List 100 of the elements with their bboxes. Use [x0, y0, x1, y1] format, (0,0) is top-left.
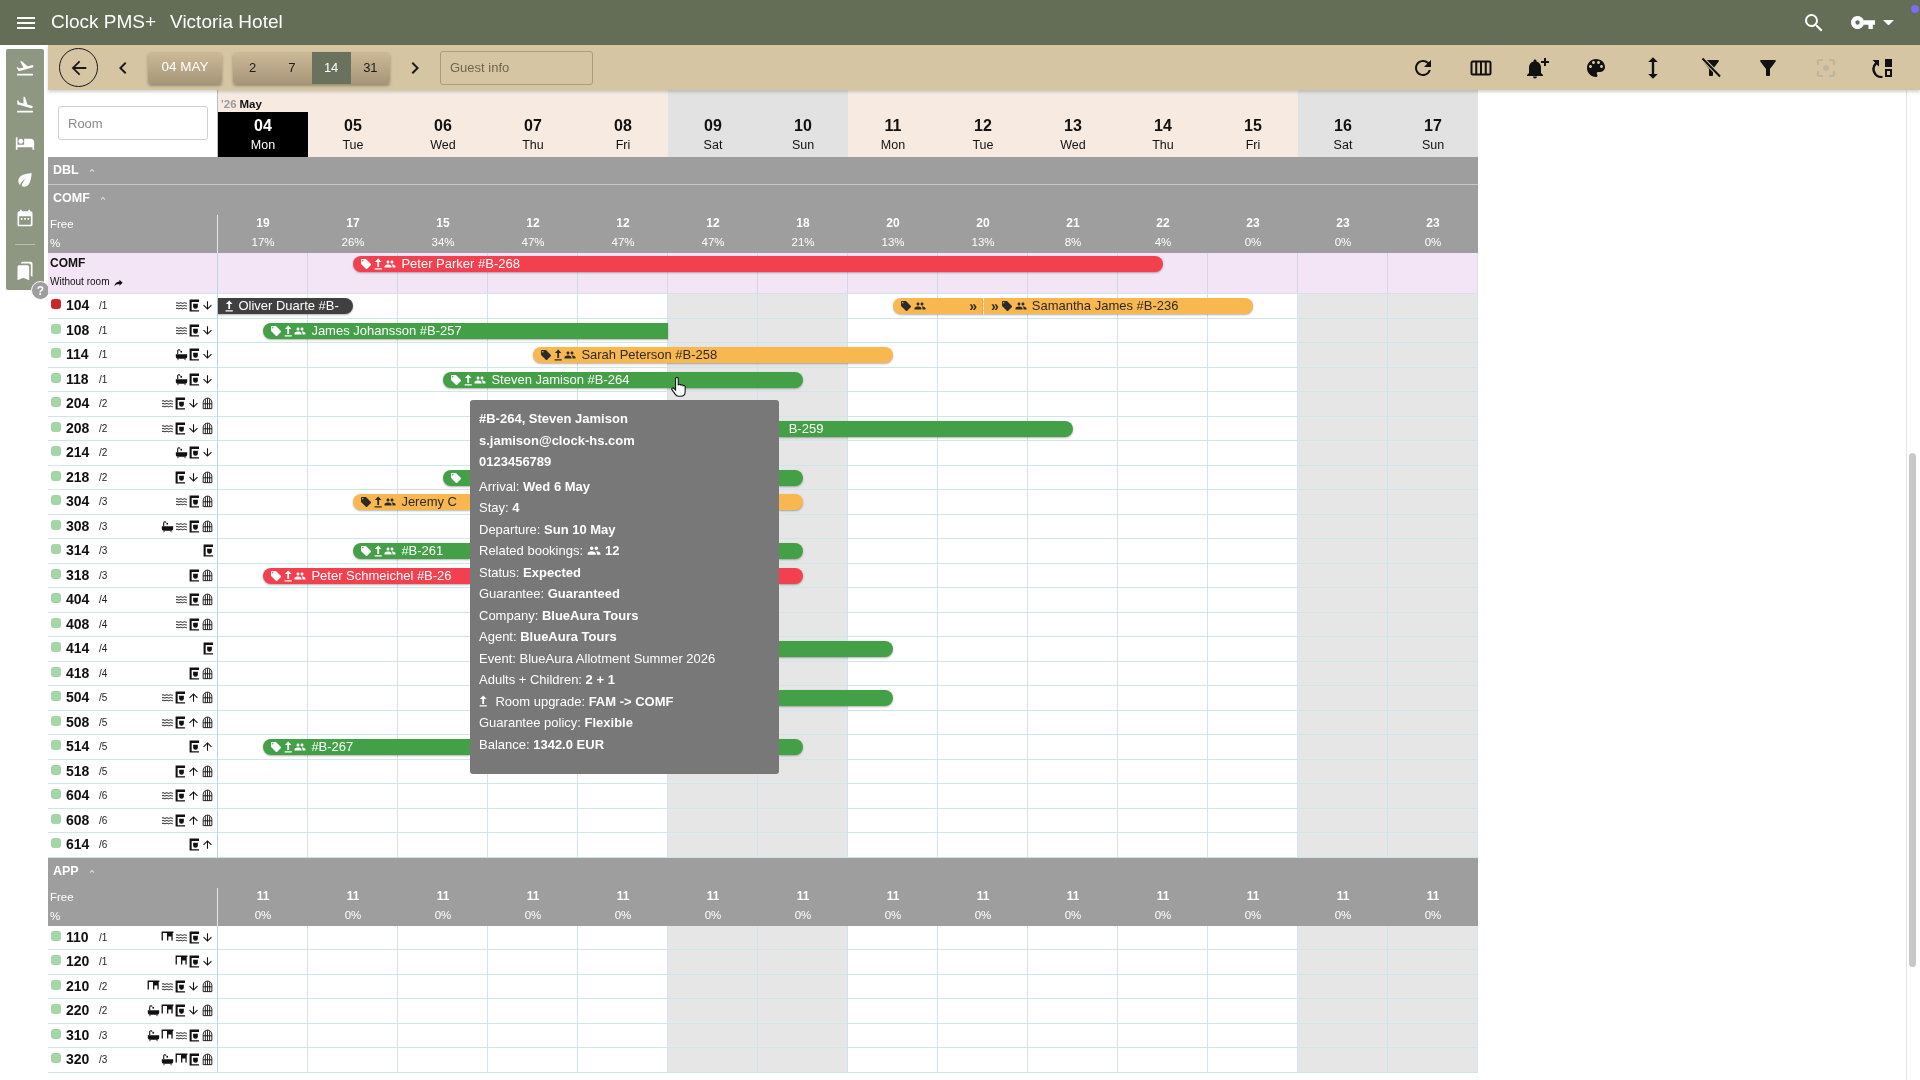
occupancy-percent: 47%	[521, 235, 545, 250]
arrow-up-bar-icon	[464, 373, 473, 386]
bathtub-icon	[175, 348, 189, 362]
date-cell[interactable]: 14 Thu	[1118, 112, 1208, 157]
arrow-up-bar-icon	[554, 349, 563, 361]
booking-bar[interactable]: »	[893, 298, 983, 314]
range-button[interactable]: 2	[233, 51, 273, 84]
date-cell[interactable]: 15 Fri	[1208, 112, 1298, 157]
date-cell[interactable]: 07 Thu	[488, 112, 578, 157]
booking-bar[interactable]	[443, 469, 470, 486]
range-button[interactable]: 7	[272, 51, 312, 84]
booking-bar[interactable]	[778, 494, 803, 510]
booking-bar[interactable]: Peter Schmeichel #B-26	[263, 567, 470, 584]
booking-bar[interactable]: Sarah Peterson #B-258	[533, 347, 893, 363]
date-cell[interactable]: 17 Sun	[1388, 112, 1478, 157]
date-cell[interactable]: 11 Mon	[848, 112, 938, 157]
tag-icon	[270, 741, 282, 753]
free-count: 11	[346, 887, 360, 905]
date-cell[interactable]: 12 Tue	[938, 112, 1028, 157]
date-cell[interactable]: 13 Wed	[1028, 112, 1118, 157]
arrow-up-icon	[187, 715, 200, 729]
people-icon	[294, 571, 307, 580]
arched-window-icon	[201, 495, 214, 509]
arrow-down-icon	[187, 421, 200, 435]
arched-window-icon	[201, 666, 214, 680]
floor-label: /2	[99, 446, 108, 461]
booking-bar[interactable]: » Samantha James #B-236	[983, 298, 1253, 314]
coffee-maker-icon	[175, 764, 186, 778]
floor-label: /2	[99, 470, 108, 485]
booking-bar[interactable]	[778, 567, 803, 584]
booking-bar[interactable]	[778, 543, 803, 559]
bathtub-icon	[175, 372, 189, 386]
occupancy-percent: 0%	[1154, 907, 1172, 923]
date-cell[interactable]: 10 Sun	[758, 112, 848, 157]
occupancy-percent: 13%	[971, 235, 995, 250]
free-count: 23	[1336, 215, 1350, 232]
room-search-field[interactable]: Room	[58, 106, 208, 140]
arrow-up-bar-icon	[374, 545, 383, 557]
arrow-down-icon	[201, 299, 214, 313]
tag-icon	[270, 569, 282, 582]
tooltip-value: 12	[605, 542, 620, 560]
coffee-maker-icon	[175, 789, 186, 803]
arrow-down-icon	[201, 955, 214, 969]
room-number: 508	[66, 712, 91, 732]
booking-bar[interactable]	[778, 469, 803, 486]
room-number: 404	[66, 590, 91, 610]
date-cell[interactable]: 08 Fri	[578, 112, 668, 157]
desk-icon	[147, 979, 161, 990]
room-number: 514	[66, 737, 91, 757]
coffee-maker-icon	[189, 955, 200, 969]
range-button[interactable]: 14	[311, 51, 351, 84]
date-cell[interactable]: 06 Wed	[398, 112, 488, 157]
occupancy-percent: 0%	[614, 907, 632, 923]
percent-label: %	[50, 908, 62, 924]
coffee-maker-icon	[189, 299, 200, 313]
free-count: 11	[886, 887, 900, 905]
date-cell[interactable]: 05 Tue	[308, 112, 398, 157]
free-count: 20	[886, 215, 900, 232]
arrow-up-icon	[201, 740, 214, 754]
free-count: 18	[796, 215, 810, 232]
guest-search-field[interactable]: Guest info	[440, 50, 593, 85]
vertical-arrows-icon	[1647, 55, 1659, 80]
arched-window-icon	[201, 813, 214, 827]
people-icon	[564, 351, 577, 359]
room-number: 110	[66, 927, 90, 947]
arrow-down-icon	[187, 397, 200, 411]
month-label: May	[239, 98, 262, 110]
date-cell[interactable]: 04 Mon	[218, 112, 308, 157]
bathtub-icon	[161, 1053, 175, 1067]
room-number: 408	[66, 614, 91, 634]
free-count: 11	[976, 887, 990, 905]
booking-bar[interactable]	[778, 739, 803, 755]
scrollbar-thumb[interactable]	[1909, 453, 1916, 967]
floor-label: /5	[99, 715, 108, 730]
coffee-maker-icon	[175, 715, 186, 729]
floor-label: /3	[99, 495, 108, 510]
coffee-maker-icon	[189, 568, 200, 582]
arrow-up-icon	[187, 691, 200, 705]
floor-label: /3	[99, 1028, 108, 1043]
tag-icon	[360, 545, 372, 557]
occupancy-percent: 0%	[794, 907, 812, 923]
account-menu-button[interactable]	[1851, 15, 1894, 30]
people-icon	[474, 375, 487, 384]
arrow-down-icon	[187, 979, 200, 993]
floor-label: /2	[99, 1004, 108, 1019]
range-button[interactable]: 31	[350, 51, 390, 84]
tooltip-line: Arrival: Wed 6 May	[479, 477, 591, 496]
desk-icon	[161, 1028, 175, 1039]
date-cell[interactable]: 09 Sat	[668, 112, 758, 157]
booking-bar[interactable]: Oliver Duarte #B-	[218, 298, 353, 314]
room-number: 304	[66, 492, 91, 512]
free-label: Free	[50, 217, 75, 232]
date-cell[interactable]: 16 Sat	[1298, 112, 1388, 157]
coffee-maker-icon	[189, 519, 200, 533]
booking-bar[interactable]: Jeremy C	[353, 494, 470, 510]
arched-window-icon	[201, 789, 214, 803]
floor-label: /3	[99, 1053, 108, 1068]
booking-bar[interactable]: Peter Parker #B-268	[353, 256, 1163, 272]
unassigned-label: Without room	[50, 275, 110, 289]
occupancy-percent: 0%	[344, 907, 362, 923]
